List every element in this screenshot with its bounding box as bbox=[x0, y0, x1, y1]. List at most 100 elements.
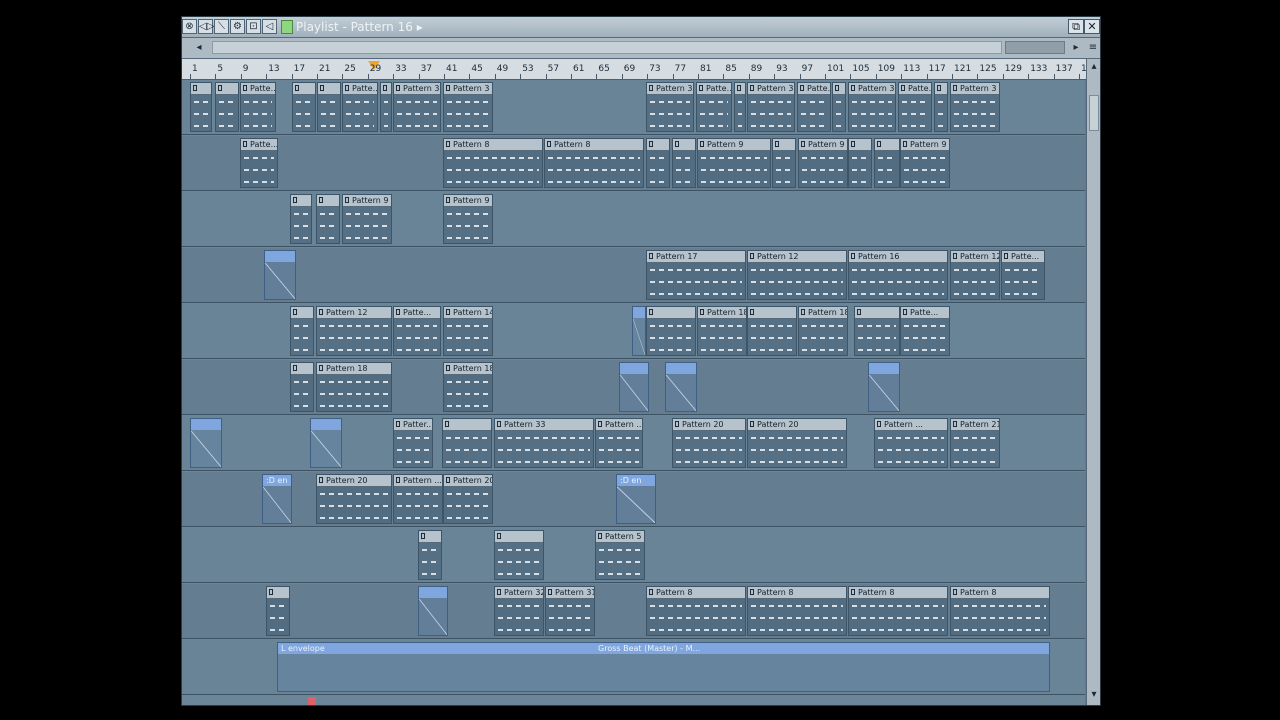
pattern-clip[interactable]: Patte... bbox=[898, 82, 932, 132]
pattern-clip[interactable]: Pattern 18 bbox=[443, 362, 493, 412]
horizontal-scroll-track[interactable] bbox=[212, 41, 1002, 54]
horizontal-scrollbar[interactable]: ◂ ▸ ≡ bbox=[182, 38, 1100, 59]
playlist-track-lane[interactable]: L envelope Gross Beat (Master) - M... bbox=[182, 640, 1085, 695]
scroll-right-icon[interactable]: ▸ bbox=[1069, 40, 1083, 55]
time-ruler[interactable]: 1 5 9 13 17 21 25 29 33 37 41 45 49 53 57 61 65 69 73 77 81 8… bbox=[182, 59, 1092, 80]
pattern-clip[interactable]: Pattern ... bbox=[595, 418, 643, 468]
pattern-clip[interactable]: Patte... bbox=[1001, 250, 1045, 300]
pattern-clip[interactable]: Pattern 20 bbox=[747, 418, 847, 468]
pattern-clip[interactable]: Pattern 12 bbox=[747, 250, 847, 300]
pattern-clip[interactable]: Pattern 21 bbox=[950, 418, 1000, 468]
pattern-clip[interactable]: Pattern 9 bbox=[900, 138, 950, 188]
pattern-clip[interactable] bbox=[494, 530, 544, 580]
automation-clip[interactable] bbox=[190, 418, 222, 468]
playlist-tool-play-icon[interactable]: ◁▷ bbox=[198, 19, 214, 34]
playlist-tool-draw-icon[interactable]: ⟍ bbox=[214, 19, 229, 34]
horizontal-scroll-thumb[interactable] bbox=[1005, 41, 1065, 54]
pattern-clip[interactable] bbox=[290, 194, 312, 244]
playlist-track-lane[interactable]: Pattern 32 Pattern 31 Pattern 8 Pattern 8 Pa… bbox=[182, 584, 1085, 639]
scroll-up-icon[interactable]: ▴ bbox=[1087, 59, 1100, 74]
envelope-automation-clip[interactable]: L envelope Gross Beat (Master) - M... bbox=[277, 642, 1050, 692]
automation-clip[interactable]: :D en bbox=[262, 474, 292, 524]
playlist-menu-icon[interactable]: ≡ bbox=[1086, 40, 1100, 55]
pattern-clip[interactable]: Pattern 8 bbox=[950, 586, 1050, 636]
automation-clip[interactable] bbox=[418, 586, 448, 636]
pattern-clip[interactable]: Patte... bbox=[342, 82, 378, 132]
playlist-tool-zoom-icon[interactable]: ⊡ bbox=[246, 19, 261, 34]
scroll-down-icon[interactable]: ▾ bbox=[1087, 687, 1100, 702]
pattern-clip[interactable]: Patte... bbox=[240, 138, 278, 188]
pattern-clip[interactable] bbox=[317, 82, 341, 132]
pattern-clip[interactable]: Patte... bbox=[240, 82, 276, 132]
pattern-clip[interactable] bbox=[290, 362, 314, 412]
pattern-clip[interactable]: Patter... bbox=[393, 418, 433, 468]
pattern-clip[interactable]: Pattern 9 bbox=[798, 138, 848, 188]
automation-clip[interactable] bbox=[264, 250, 296, 300]
restore-window-button[interactable]: ⧉ bbox=[1068, 19, 1084, 34]
title-arrow-icon[interactable]: ▸ bbox=[417, 20, 423, 34]
pattern-clip[interactable]: Pattern 17 bbox=[646, 250, 746, 300]
pattern-clip[interactable]: Pattern 20 bbox=[443, 474, 493, 524]
pattern-clip[interactable]: Pattern 18 bbox=[798, 306, 848, 356]
pattern-clip[interactable]: Pattern 12 bbox=[950, 250, 1000, 300]
automation-clip[interactable] bbox=[868, 362, 900, 412]
pattern-clip[interactable]: Pattern ... bbox=[393, 474, 443, 524]
playlist-track-lane[interactable]: Patte... Pattern 8 Pattern 8 Pattern 9 Patte… bbox=[182, 136, 1085, 191]
pattern-clip[interactable]: Pattern 12 bbox=[316, 306, 392, 356]
pattern-clip[interactable]: Pattern 18 bbox=[697, 306, 747, 356]
playlist-track-lane[interactable]: Patter... Pattern 33 Pattern ... Pattern 20… bbox=[182, 416, 1085, 471]
pattern-clip[interactable]: Patte... bbox=[797, 82, 831, 132]
playlist-tool-speaker-icon[interactable]: ◁ bbox=[262, 19, 277, 34]
pattern-clip[interactable]: Pattern 3 bbox=[848, 82, 896, 132]
pattern-clip[interactable]: Pattern 33 bbox=[494, 418, 594, 468]
pattern-clip[interactable]: Patte... bbox=[393, 306, 441, 356]
pattern-clip[interactable]: Pattern 9 bbox=[697, 138, 771, 188]
pattern-clip[interactable] bbox=[854, 306, 900, 356]
pattern-clip[interactable] bbox=[672, 138, 696, 188]
pattern-clip[interactable]: Pattern 5 bbox=[595, 530, 645, 580]
pattern-clip[interactable] bbox=[215, 82, 239, 132]
playlist-track-lane[interactable]: Pattern 17 Pattern 12 Pattern 16 Pattern 12… bbox=[182, 248, 1085, 303]
pattern-clip[interactable]: Pattern 8 bbox=[646, 586, 746, 636]
pattern-clip[interactable] bbox=[290, 306, 314, 356]
pattern-clip[interactable] bbox=[190, 82, 212, 132]
pattern-clip[interactable]: Pattern 8 bbox=[443, 138, 543, 188]
playlist-tool-gear-icon[interactable]: ⚙ bbox=[230, 19, 245, 34]
pattern-clip[interactable]: Pattern 3 bbox=[747, 82, 795, 132]
pattern-clip[interactable]: Pattern 14 bbox=[443, 306, 493, 356]
scroll-left-icon[interactable]: ◂ bbox=[192, 40, 206, 55]
playlist-track-lane[interactable]: Patte... Patte... Pattern 3 Pattern 3 Patter… bbox=[182, 80, 1085, 135]
pattern-clip[interactable]: Pattern 31 bbox=[545, 586, 595, 636]
pattern-clip[interactable]: Pattern 3 bbox=[443, 82, 493, 132]
pattern-clip[interactable] bbox=[832, 82, 846, 132]
pattern-clip[interactable]: Pattern 8 bbox=[848, 586, 948, 636]
close-window-button[interactable]: ✕ bbox=[1084, 19, 1100, 34]
automation-clip[interactable] bbox=[632, 306, 646, 356]
pattern-clip[interactable] bbox=[934, 82, 948, 132]
loop-marker[interactable] bbox=[308, 697, 316, 705]
vertical-scrollbar[interactable]: ▴ ▾ bbox=[1086, 59, 1100, 705]
playlist-tracks[interactable]: Patte... Patte... Pattern 3 Pattern 3 Patter… bbox=[182, 80, 1085, 705]
playlist-tool-magnet-icon[interactable]: ⊗ bbox=[182, 19, 197, 34]
automation-clip[interactable]: :D en bbox=[616, 474, 656, 524]
pattern-clip[interactable]: Pattern 18 bbox=[316, 362, 392, 412]
pattern-clip[interactable]: Pattern 16 bbox=[848, 250, 948, 300]
pattern-clip[interactable]: Pattern 9 bbox=[443, 194, 493, 244]
pattern-clip[interactable] bbox=[734, 82, 746, 132]
pattern-clip[interactable] bbox=[772, 138, 796, 188]
pattern-clip[interactable] bbox=[380, 82, 392, 132]
pattern-clip[interactable] bbox=[442, 418, 492, 468]
pattern-clip[interactable] bbox=[266, 586, 290, 636]
playlist-track-lane[interactable]: Pattern 5 bbox=[182, 528, 1085, 583]
pattern-clip[interactable]: Pattern 20 bbox=[672, 418, 746, 468]
automation-clip[interactable] bbox=[665, 362, 697, 412]
automation-clip[interactable] bbox=[310, 418, 342, 468]
pattern-clip[interactable]: Pattern 3 bbox=[646, 82, 694, 132]
pattern-clip[interactable] bbox=[316, 194, 340, 244]
pattern-clip[interactable]: Pattern 8 bbox=[747, 586, 847, 636]
pattern-clip[interactable] bbox=[646, 306, 696, 356]
pattern-clip[interactable]: Pattern 3 bbox=[393, 82, 441, 132]
playlist-track-lane[interactable]: Pattern 20 Pattern ... Pattern 20:D en:D e… bbox=[182, 472, 1085, 527]
playlist-track-lane[interactable]: Pattern 12 Patte... Pattern 14 Pattern 18 Pa… bbox=[182, 304, 1085, 359]
pattern-clip[interactable] bbox=[292, 82, 316, 132]
